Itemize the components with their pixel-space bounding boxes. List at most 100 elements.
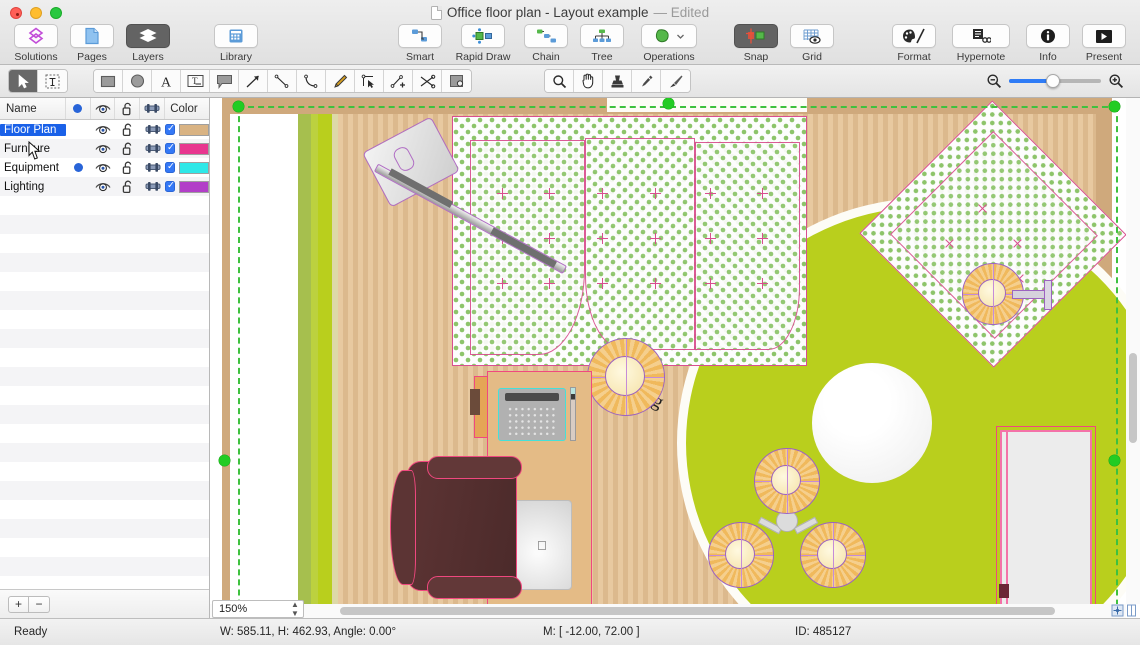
layer-color-swatch[interactable]: [179, 181, 209, 193]
layer-color-cell[interactable]: [165, 158, 209, 177]
zoom-slider[interactable]: [1009, 79, 1101, 83]
tool-text-box[interactable]: T: [181, 70, 210, 92]
tool-curve-line[interactable]: [297, 70, 326, 92]
tool-add-node[interactable]: [384, 70, 413, 92]
column-header-visible[interactable]: [91, 98, 116, 119]
layer-snap-toggle[interactable]: [140, 177, 165, 196]
layer-lock-toggle[interactable]: [115, 120, 140, 139]
tool-arrow-line[interactable]: [239, 70, 268, 92]
layer-row-lighting[interactable]: Lighting: [0, 177, 209, 196]
layer-snap-toggle[interactable]: [140, 139, 165, 158]
tool-edit-node[interactable]: [355, 70, 384, 92]
tool-text[interactable]: A: [152, 70, 181, 92]
handle-top-right[interactable]: [1109, 101, 1120, 112]
layer-color-swatch[interactable]: [179, 162, 209, 174]
layer-lock-toggle[interactable]: [115, 139, 140, 158]
tool-stamp[interactable]: [603, 70, 632, 92]
layer-lock-toggle[interactable]: [115, 177, 140, 196]
tool-callout[interactable]: [210, 70, 239, 92]
layer-row-empty[interactable]: [0, 443, 209, 462]
tool-paint-brush[interactable]: [661, 70, 690, 92]
column-header-snap[interactable]: [140, 98, 165, 119]
tool-rectangle[interactable]: [94, 70, 123, 92]
column-header-color[interactable]: Color: [165, 98, 209, 119]
tool-shape-opacity[interactable]: [442, 70, 471, 92]
layer-row-empty[interactable]: [0, 538, 209, 557]
zoom-stepper[interactable]: ▲▼: [287, 600, 303, 618]
canvas-viewport[interactable]: Lighting: [210, 98, 1126, 604]
tool-cut-path[interactable]: [413, 70, 442, 92]
layer-name[interactable]: Lighting: [0, 181, 66, 193]
layer-row-empty[interactable]: [0, 348, 209, 367]
layer-row-empty[interactable]: [0, 310, 209, 329]
zoom-slider-knob[interactable]: [1046, 74, 1060, 88]
toolbar-button-grid[interactable]: Grid: [784, 24, 840, 63]
layer-visibility-toggle[interactable]: [90, 158, 115, 177]
canvas-area[interactable]: Lighting: [210, 98, 1140, 618]
tool-straight-line[interactable]: [268, 70, 297, 92]
toolbar-button-chain[interactable]: Chain: [518, 24, 574, 63]
horizontal-scroll-thumb[interactable]: [340, 607, 1055, 615]
handle-top-left[interactable]: [233, 101, 244, 112]
layer-active-toggle[interactable]: [66, 120, 91, 139]
layer-row-empty[interactable]: [0, 500, 209, 519]
layer-row-furniture[interactable]: Furniture: [0, 139, 209, 158]
layer-print-checkbox[interactable]: [165, 143, 175, 154]
toolbar-button-rapid-draw[interactable]: Rapid Draw: [448, 24, 518, 63]
toolbar-button-present[interactable]: Present: [1076, 24, 1132, 63]
layer-row-empty[interactable]: [0, 215, 209, 234]
add-layer-button[interactable]: +: [8, 596, 29, 613]
layer-name[interactable]: Floor Plan: [0, 124, 66, 136]
toolbar-button-tree[interactable]: Tree: [574, 24, 630, 63]
layer-active-toggle[interactable]: [66, 177, 91, 196]
toolbar-button-solutions[interactable]: Solutions: [8, 24, 64, 63]
zoom-out-icon[interactable]: [986, 73, 1002, 89]
tool-eyedropper[interactable]: [632, 70, 661, 92]
toolbar-button-format[interactable]: Format: [886, 24, 942, 63]
layer-row-empty[interactable]: [0, 424, 209, 443]
handle-middle-right[interactable]: [1109, 455, 1120, 466]
layer-snap-toggle[interactable]: [140, 120, 165, 139]
layer-visibility-toggle[interactable]: [90, 120, 115, 139]
layer-print-checkbox[interactable]: [165, 181, 175, 192]
tool-ellipse[interactable]: [123, 70, 152, 92]
layer-name[interactable]: Furniture: [0, 143, 66, 155]
tool-zoom-magnifier[interactable]: [545, 70, 574, 92]
handle-middle-left[interactable]: [219, 455, 230, 466]
horizontal-scrollbar[interactable]: 150% ▲▼: [210, 604, 1126, 618]
layer-row-empty[interactable]: [0, 272, 209, 291]
remove-layer-button[interactable]: −: [29, 596, 50, 613]
toolbar-button-snap[interactable]: Snap: [728, 24, 784, 63]
layer-row-empty[interactable]: [0, 576, 209, 589]
zoom-level-field[interactable]: 150% ▲▼: [212, 600, 304, 618]
layer-row-equipment[interactable]: Equipment: [0, 158, 209, 177]
toolbar-button-operations[interactable]: Operations: [630, 24, 708, 63]
layer-snap-toggle[interactable]: [140, 158, 165, 177]
layer-row-empty[interactable]: [0, 196, 209, 215]
tool-pen[interactable]: [326, 70, 355, 92]
layer-row-empty[interactable]: [0, 234, 209, 253]
vertical-scroll-thumb[interactable]: [1129, 353, 1137, 443]
fit-page-icon[interactable]: [1111, 604, 1124, 617]
layer-row-empty[interactable]: [0, 405, 209, 424]
layer-row-empty[interactable]: [0, 291, 209, 310]
layer-visibility-toggle[interactable]: [90, 177, 115, 196]
layer-active-toggle[interactable]: [66, 158, 91, 177]
column-header-active[interactable]: [66, 98, 91, 119]
layer-print-checkbox[interactable]: [165, 124, 175, 135]
toolbar-button-layers[interactable]: Layers: [120, 24, 176, 63]
toolbar-button-smart[interactable]: Smart: [392, 24, 448, 63]
tool-pointer-arrow[interactable]: [9, 70, 38, 92]
layer-color-swatch[interactable]: [179, 143, 209, 155]
layer-row-empty[interactable]: [0, 519, 209, 538]
layer-row-empty[interactable]: [0, 557, 209, 576]
layer-color-swatch[interactable]: [179, 124, 209, 136]
layer-row-empty[interactable]: [0, 367, 209, 386]
layer-row-empty[interactable]: [0, 329, 209, 348]
layer-row-empty[interactable]: [0, 481, 209, 500]
layer-visibility-toggle[interactable]: [90, 139, 115, 158]
zoom-in-icon[interactable]: [1108, 73, 1124, 89]
layer-color-cell[interactable]: [165, 177, 209, 196]
layer-active-toggle[interactable]: [66, 139, 91, 158]
toolbar-button-hypernote[interactable]: Hypernote: [942, 24, 1020, 63]
